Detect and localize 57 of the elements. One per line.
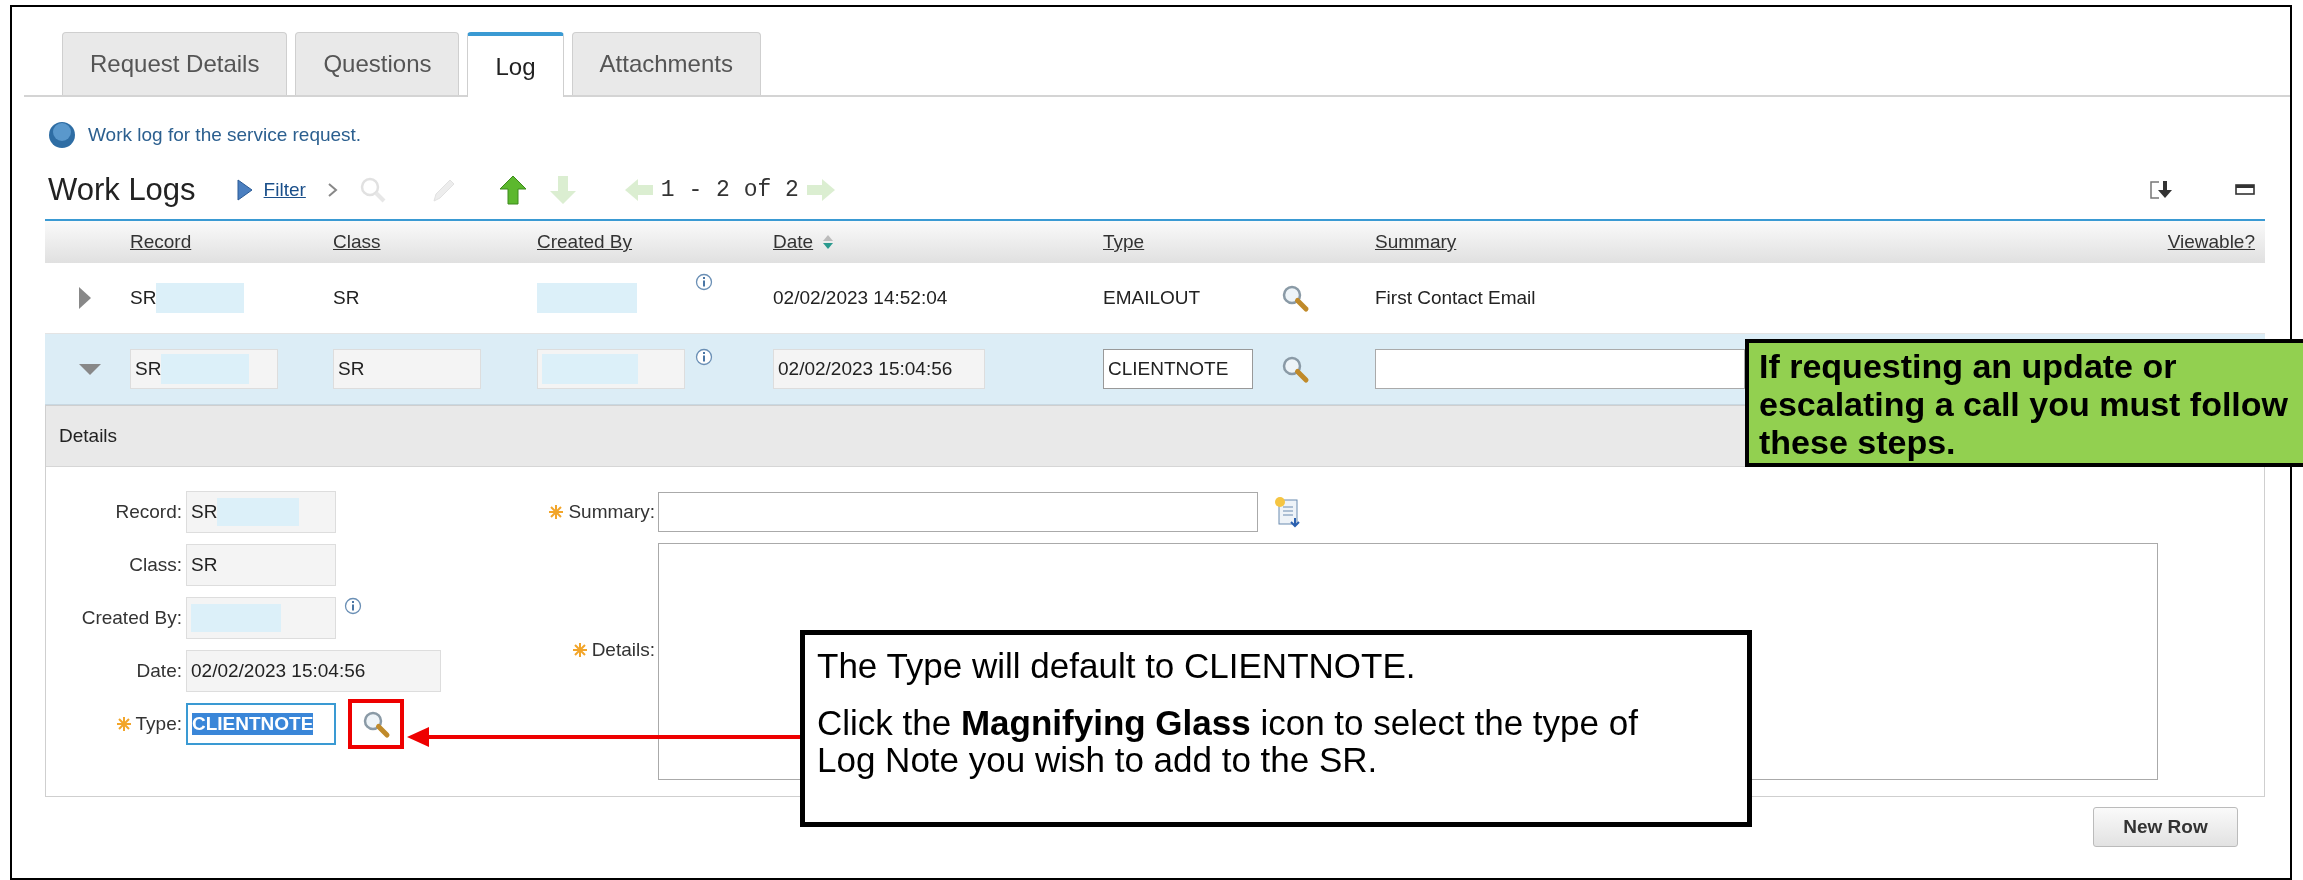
field-label: Summary: [568, 501, 655, 523]
info-icon[interactable] [344, 597, 362, 615]
search-icon[interactable] [361, 709, 391, 739]
tab[interactable]: Questions [295, 32, 460, 95]
pager-text: 1 - 2 of 2 [660, 177, 799, 203]
readonly-field: 02/02/2023 15:04:56 [773, 349, 985, 389]
column-header[interactable]: Summary [1375, 231, 1457, 253]
panel-title: Details [59, 425, 118, 447]
callout-text: If requesting an update or escalating a call you must follow these steps. [1759, 347, 2290, 461]
field-label: Created By: [81, 607, 182, 629]
column-header[interactable]: Class [333, 231, 381, 253]
field-label: Record: [115, 501, 182, 523]
table-cell: First Contact Email [1375, 287, 1536, 309]
minimize-icon[interactable] [2235, 183, 2255, 197]
table-cell: SR [333, 287, 360, 309]
table-cell: 02/02/2023 14:52:04 [773, 287, 948, 309]
export-icon[interactable] [2149, 179, 2175, 201]
type-field[interactable]: CLIENTNOTE [186, 703, 336, 745]
filter-link[interactable]: Filter [263, 179, 306, 201]
callout-text: Click the Magnifying Glass icon to select the type of Log Note you wish to add to the SR. [817, 704, 1639, 778]
readonly-field: SR [130, 349, 278, 389]
field-label: Class: [129, 554, 182, 576]
callout-text: The Type will default to CLIENTNOTE. [817, 647, 1417, 684]
info-icon[interactable] [695, 273, 713, 291]
readonly-field: SR [186, 491, 336, 533]
sort-icon[interactable] [821, 233, 836, 251]
column-header[interactable]: Date [773, 231, 814, 253]
help-icon[interactable] [48, 121, 76, 149]
tab[interactable]: Log [467, 32, 564, 97]
info-icon[interactable] [695, 348, 713, 366]
readonly-field: SR [333, 349, 481, 389]
field-label: Type: [135, 713, 182, 735]
new-row-button[interactable]: New Row [2093, 807, 2238, 847]
section-title: Work Logs [48, 172, 196, 208]
search-icon[interactable] [1280, 354, 1310, 384]
table-cell: SR [130, 287, 157, 309]
readonly-field: SR [186, 544, 336, 586]
summary-field[interactable] [1375, 349, 1745, 389]
tab[interactable]: Attachments [571, 32, 761, 95]
selected-text: CLIENTNOTE [192, 713, 314, 735]
column-header[interactable]: Record [130, 231, 192, 253]
type-field[interactable]: CLIENTNOTE [1103, 349, 1253, 389]
summary-field[interactable] [658, 492, 1258, 532]
readonly-field: 02/02/2023 15:04:56 [186, 650, 441, 692]
collapse-arrow-icon[interactable] [78, 362, 102, 376]
table-cell: EMAILOUT [1103, 287, 1201, 309]
help-text: Work log for the service request. [88, 124, 362, 146]
filter-toggle-icon[interactable] [235, 178, 254, 202]
column-header[interactable]: Type [1103, 231, 1145, 253]
column-header[interactable]: Viewable? [2167, 231, 2255, 253]
tab[interactable]: Request Details [62, 32, 288, 95]
column-header[interactable]: Created By [537, 231, 633, 253]
expand-arrow-icon[interactable] [78, 286, 92, 310]
arrow-up-icon[interactable] [497, 174, 528, 206]
search-icon[interactable] [1280, 283, 1310, 313]
field-label: Details: [591, 638, 655, 661]
field-label: Date: [136, 660, 182, 682]
